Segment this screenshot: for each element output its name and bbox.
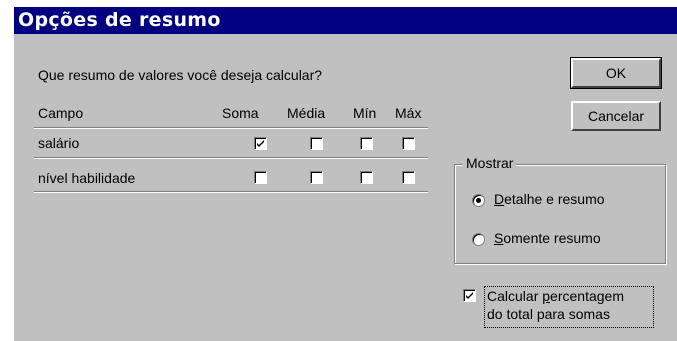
cancel-button[interactable]: Cancelar: [571, 101, 661, 131]
percent-of-total-checkbox[interactable]: [463, 289, 476, 302]
prompt-text: Que resumo de valores você deseja calcul…: [38, 67, 323, 83]
checkmark-icon: [466, 292, 473, 299]
dialog-title: Opções de resumo: [18, 9, 221, 31]
header-average: Média: [287, 105, 326, 121]
salary-max-checkbox[interactable]: [402, 137, 415, 150]
ok-button[interactable]: OK: [570, 57, 662, 89]
salary-min-checkbox[interactable]: [360, 137, 373, 150]
summary-only-label[interactable]: Somente resumo: [494, 230, 601, 246]
percent-of-total-label[interactable]: Calcular percentagem do total para somas: [487, 287, 624, 323]
row-divider: [34, 127, 428, 129]
header-field: Campo: [38, 105, 84, 121]
show-group-legend: Mostrar: [463, 155, 517, 171]
row-divider: [34, 191, 428, 193]
row-field-label: salário: [38, 135, 80, 151]
skill-sum-checkbox[interactable]: [254, 171, 267, 184]
skill-average-checkbox[interactable]: [310, 171, 323, 184]
radio-selected-dot: [476, 198, 481, 203]
header-sum: Soma: [222, 105, 259, 121]
salary-sum-checkbox[interactable]: [254, 137, 267, 150]
checkmark-icon: [257, 140, 264, 147]
show-groupbox: [454, 164, 666, 264]
skill-max-checkbox[interactable]: [402, 171, 415, 184]
skill-min-checkbox[interactable]: [360, 171, 373, 184]
detail-and-summary-label[interactable]: Detalhe e resumo: [494, 191, 605, 207]
header-min: Mín: [353, 105, 377, 121]
title-bar[interactable]: Opções de resumo: [14, 7, 677, 34]
row-divider: [34, 157, 428, 159]
row-field-label: nível habilidade: [38, 170, 136, 186]
detail-and-summary-radio[interactable]: [472, 194, 485, 207]
summary-options-dialog: Opções de resumo Que resumo de valores v…: [14, 7, 677, 341]
summary-only-radio[interactable]: [472, 233, 485, 246]
salary-average-checkbox[interactable]: [310, 137, 323, 150]
header-max: Máx: [395, 105, 422, 121]
